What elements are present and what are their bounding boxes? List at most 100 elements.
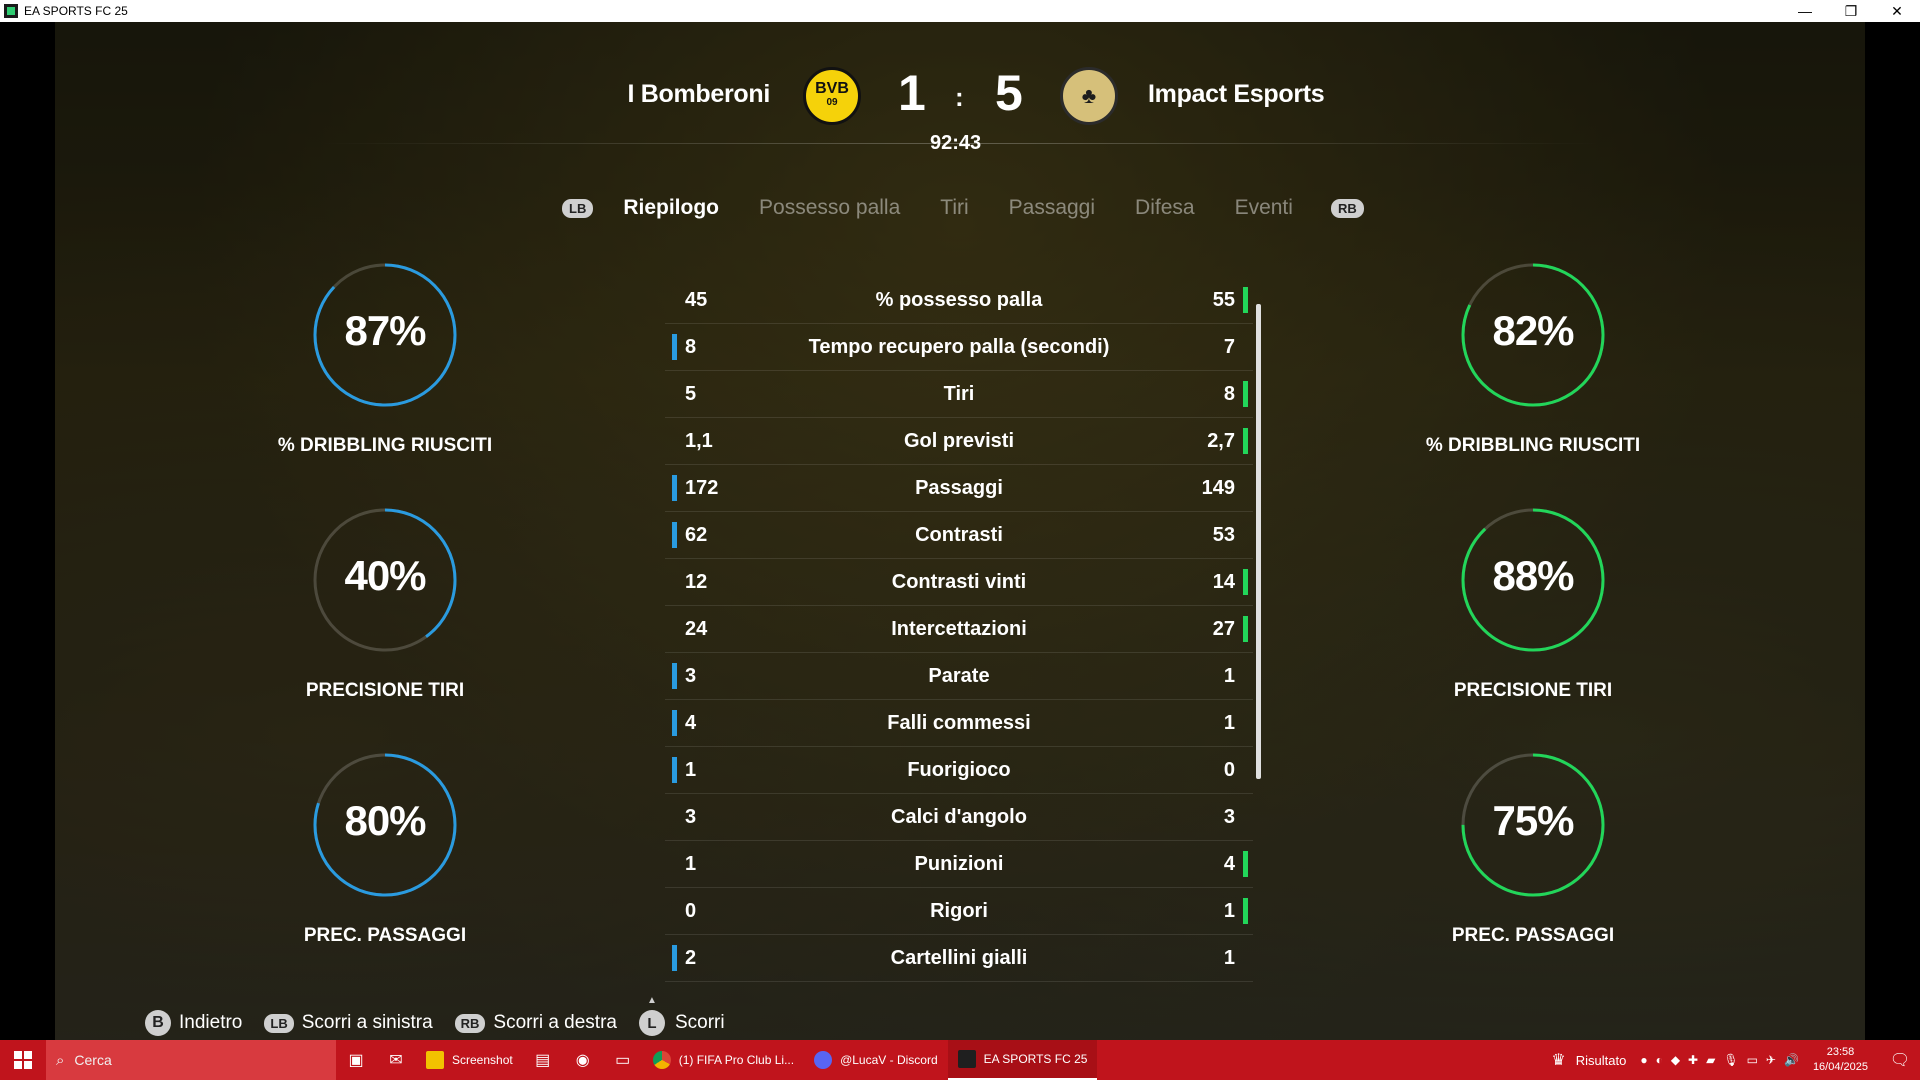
ring-percentage: 87% bbox=[344, 307, 426, 354]
tab-difesa[interactable]: Difesa bbox=[1135, 196, 1195, 220]
stat-row: Tempo recupero palla (secondi) 8 7 bbox=[665, 324, 1253, 371]
rb-button-icon[interactable]: RB bbox=[1330, 198, 1364, 218]
stat-row: Intercettazioni 24 27 bbox=[665, 606, 1253, 653]
away-stat-value: 8 bbox=[1223, 383, 1235, 405]
home-ring-gauge: 80% bbox=[310, 750, 460, 900]
stats-tabs: LB Riepilogo Possesso palla Tiri Passagg… bbox=[562, 196, 1364, 220]
search-placeholder: Cerca bbox=[74, 1052, 112, 1068]
network-icon[interactable]: ✈ bbox=[1766, 1053, 1776, 1067]
volume-icon[interactable]: 🔊 bbox=[1784, 1053, 1799, 1067]
hint-back[interactable]: B Indietro bbox=[145, 1010, 242, 1036]
stat-label: % possesso palla bbox=[875, 289, 1043, 311]
microphone-icon[interactable]: 🎙 bbox=[1723, 1053, 1738, 1067]
stat-row: Rigori 0 1 bbox=[665, 888, 1253, 935]
stat-label: Contrasti bbox=[915, 524, 1003, 546]
edge-icon[interactable]: ◉ bbox=[563, 1040, 603, 1080]
stat-label: Calci d'angolo bbox=[891, 806, 1027, 828]
tray-app-icon[interactable]: ● bbox=[1640, 1053, 1647, 1067]
task-view-icon[interactable]: ▣ bbox=[336, 1040, 376, 1080]
stat-row: % possesso palla 45 55 bbox=[665, 277, 1253, 324]
home-stat-value: 3 bbox=[685, 806, 697, 828]
hint-scroll-left[interactable]: LB Scorri a sinistra bbox=[264, 1012, 433, 1034]
away-ring-gauge: 88% bbox=[1458, 505, 1608, 655]
tab-tiri[interactable]: Tiri bbox=[940, 196, 968, 220]
stat-row: Fuorigioco 1 0 bbox=[665, 747, 1253, 794]
ring-label: PRECISIONE TIRI bbox=[1453, 680, 1613, 701]
stats-scrollbar[interactable] bbox=[1256, 304, 1261, 779]
away-stat-value: 1 bbox=[1223, 947, 1235, 969]
away-stat-value: 14 bbox=[1212, 571, 1235, 593]
stat-row: Falli commessi 4 1 bbox=[665, 700, 1253, 747]
away-stat-value: 1 bbox=[1223, 900, 1235, 922]
taskbar-search[interactable]: ⌕ Cerca bbox=[46, 1040, 336, 1080]
stat-label: Parate bbox=[928, 665, 990, 687]
tray-icons: ● ◐ ◆ ✚ ▰ 🎙 ▭ ✈ 🔊 bbox=[1640, 1053, 1799, 1067]
home-stat-value: 45 bbox=[685, 289, 708, 311]
network-app-icon[interactable]: ▤ bbox=[523, 1040, 563, 1080]
notification-icon[interactable]: 🗨 bbox=[1880, 1050, 1920, 1070]
chrome-icon bbox=[652, 1051, 671, 1069]
home-stat-value: 1,1 bbox=[685, 430, 713, 452]
ring-label: PREC. PASSAGGI bbox=[1451, 925, 1615, 946]
controller-hints: B Indietro LB Scorri a sinistra RB Scorr… bbox=[145, 995, 747, 1051]
home-stat-value: 8 bbox=[685, 336, 697, 358]
hint-label: Scorri bbox=[674, 1012, 725, 1033]
tab-eventi[interactable]: Eventi bbox=[1235, 196, 1293, 220]
fc25-app-icon bbox=[4, 4, 18, 18]
taskbar-app-discord[interactable]: @LucaV - Discord bbox=[804, 1040, 948, 1080]
away-crest-emblem: ♣ bbox=[1081, 83, 1097, 108]
ring-percentage: 82% bbox=[1492, 307, 1574, 354]
away-stat-value: 149 bbox=[1201, 477, 1235, 499]
minimize-button[interactable]: — bbox=[1782, 3, 1828, 20]
taskbar-app-label: Screenshot bbox=[452, 1053, 513, 1067]
lb-button-icon[interactable]: LB bbox=[562, 198, 594, 218]
tab-possesso-palla[interactable]: Possesso palla bbox=[759, 196, 900, 220]
windows-logo-icon bbox=[14, 1051, 32, 1069]
ring-percentage: 75% bbox=[1492, 797, 1574, 844]
taskbar-app-chrome[interactable]: (1) FIFA Pro Club Li... bbox=[643, 1040, 804, 1080]
stat-label: Gol previsti bbox=[903, 430, 1015, 452]
away-stat-value: 53 bbox=[1212, 524, 1235, 546]
tray-status[interactable]: ♛ Risultato bbox=[1551, 1050, 1626, 1070]
away-score: 5 bbox=[995, 65, 1023, 121]
away-stat-value: 4 bbox=[1223, 853, 1235, 875]
stat-label: Fuorigioco bbox=[907, 759, 1011, 781]
tray-app-icon[interactable]: ◐ bbox=[1656, 1053, 1663, 1067]
away-stat-value: 27 bbox=[1212, 618, 1235, 640]
home-stat-value: 0 bbox=[685, 900, 697, 922]
away-ring-gauge: 75% bbox=[1458, 750, 1608, 900]
premier-league-icon: ♛ bbox=[1551, 1052, 1566, 1069]
battery-icon[interactable]: ▭ bbox=[1747, 1053, 1758, 1067]
stat-label: Contrasti vinti bbox=[891, 571, 1027, 593]
home-stat-value: 2 bbox=[685, 947, 697, 969]
home-stat-value: 1 bbox=[685, 853, 697, 875]
hint-label: Scorri a sinistra bbox=[301, 1012, 433, 1033]
rb-button-icon: RB bbox=[454, 1013, 486, 1033]
tray-app-icon[interactable]: ✚ bbox=[1688, 1053, 1698, 1067]
taskbar-app-fc25[interactable]: EA SPORTS FC 25 bbox=[947, 1040, 1098, 1080]
hint-scroll[interactable]: L Scorri bbox=[638, 995, 725, 1051]
ring-percentage: 80% bbox=[344, 797, 426, 844]
tab-riepilogo[interactable]: Riepilogo bbox=[623, 196, 719, 220]
close-button[interactable]: ✕ bbox=[1874, 3, 1920, 20]
stat-row: Contrasti 62 53 bbox=[665, 512, 1253, 559]
stat-label: Cartellini gialli bbox=[890, 947, 1028, 969]
away-stat-value: 0 bbox=[1223, 759, 1235, 781]
hint-scroll-right[interactable]: RB Scorri a destra bbox=[454, 1012, 617, 1034]
taskbar-app-screenshot[interactable]: Screenshot bbox=[416, 1040, 523, 1080]
start-button[interactable] bbox=[0, 1040, 46, 1080]
home-ring-gauge: 40% bbox=[310, 505, 460, 655]
tray-app-icon[interactable]: ◆ bbox=[1671, 1053, 1680, 1067]
home-stat-value: 62 bbox=[685, 524, 708, 546]
terminal-icon[interactable]: ▭ bbox=[603, 1040, 643, 1080]
tray-app-icon[interactable]: ▰ bbox=[1706, 1053, 1715, 1067]
outlook-icon[interactable]: ✉ bbox=[376, 1040, 416, 1080]
taskbar-clock[interactable]: 23:58 16/04/2025 bbox=[1813, 1045, 1868, 1075]
stat-row: Gol previsti 1,1 2,7 bbox=[665, 418, 1253, 465]
tab-passaggi[interactable]: Passaggi bbox=[1009, 196, 1095, 220]
ring-label: PRECISIONE TIRI bbox=[305, 680, 465, 701]
restore-button[interactable]: ❐ bbox=[1828, 3, 1874, 20]
clock-time: 23:58 bbox=[1826, 1046, 1855, 1058]
b-button-icon: B bbox=[145, 1010, 171, 1036]
window-title-bar: EA SPORTS FC 25 — ❐ ✕ bbox=[0, 0, 1920, 22]
